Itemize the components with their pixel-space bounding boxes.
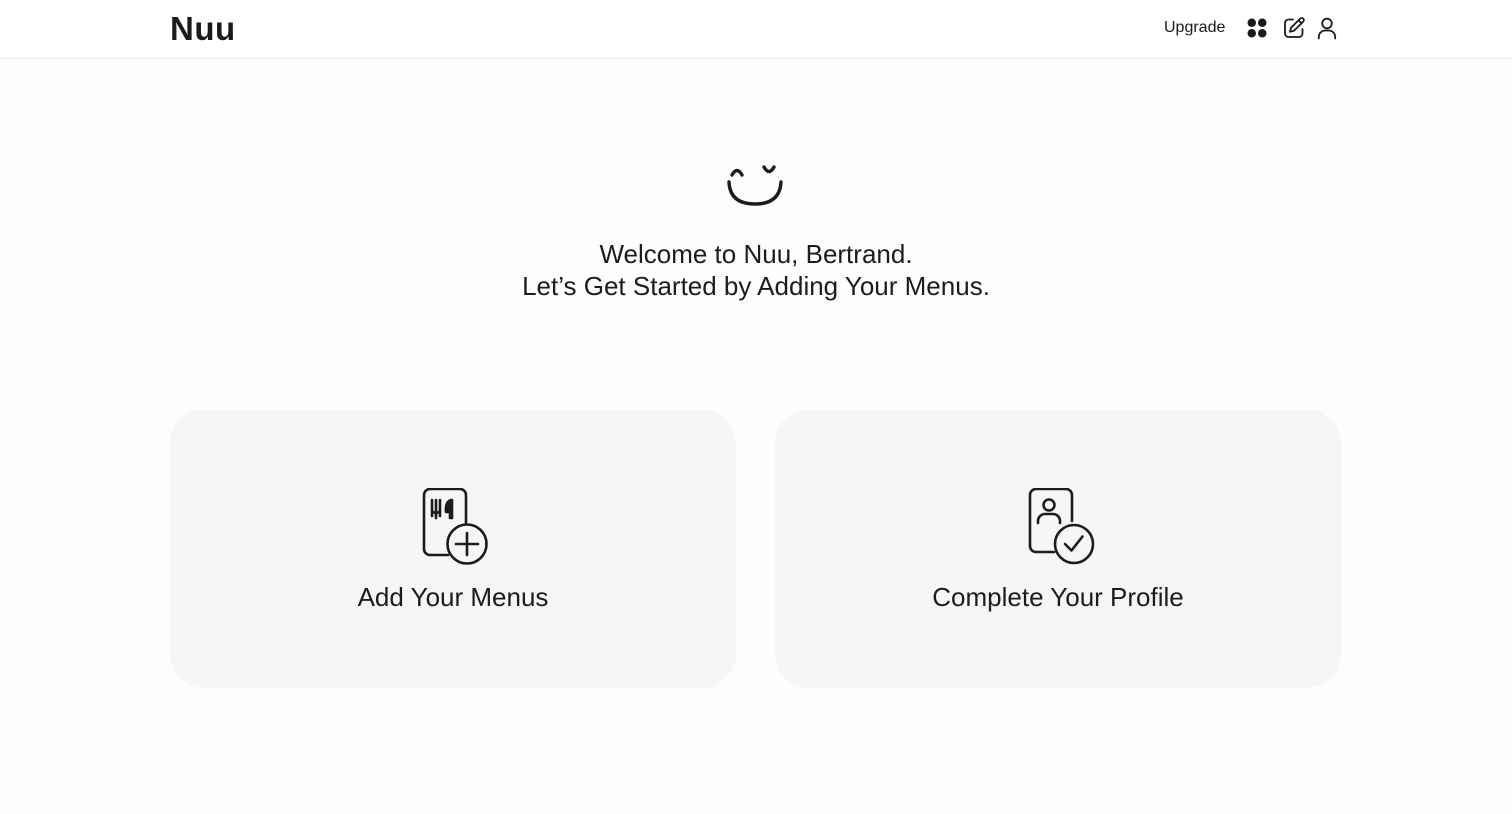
smile-icon xyxy=(726,162,786,208)
complete-profile-card[interactable]: Complete Your Profile xyxy=(775,409,1341,688)
menu-add-icon xyxy=(420,488,492,568)
edit-icon[interactable] xyxy=(1282,16,1306,40)
welcome-message: Welcome to Nuu, Bertrand. Let’s Get Star… xyxy=(0,238,1512,302)
welcome-line-2: Let’s Get Started by Adding Your Menus. xyxy=(522,271,990,301)
add-menus-card[interactable]: Add Your Menus xyxy=(170,409,736,688)
upgrade-link[interactable]: Upgrade xyxy=(1164,18,1225,38)
complete-profile-label: Complete Your Profile xyxy=(932,582,1184,612)
user-icon[interactable] xyxy=(1315,16,1339,40)
top-navigation-bar: Nuu Upgrade xyxy=(0,0,1512,59)
add-menus-label: Add Your Menus xyxy=(357,582,549,612)
welcome-line-1: Welcome to Nuu, Bertrand. xyxy=(599,239,913,269)
logo[interactable]: Nuu xyxy=(170,10,236,48)
apps-grid-icon[interactable] xyxy=(1245,16,1269,40)
profile-check-icon xyxy=(1026,488,1098,568)
